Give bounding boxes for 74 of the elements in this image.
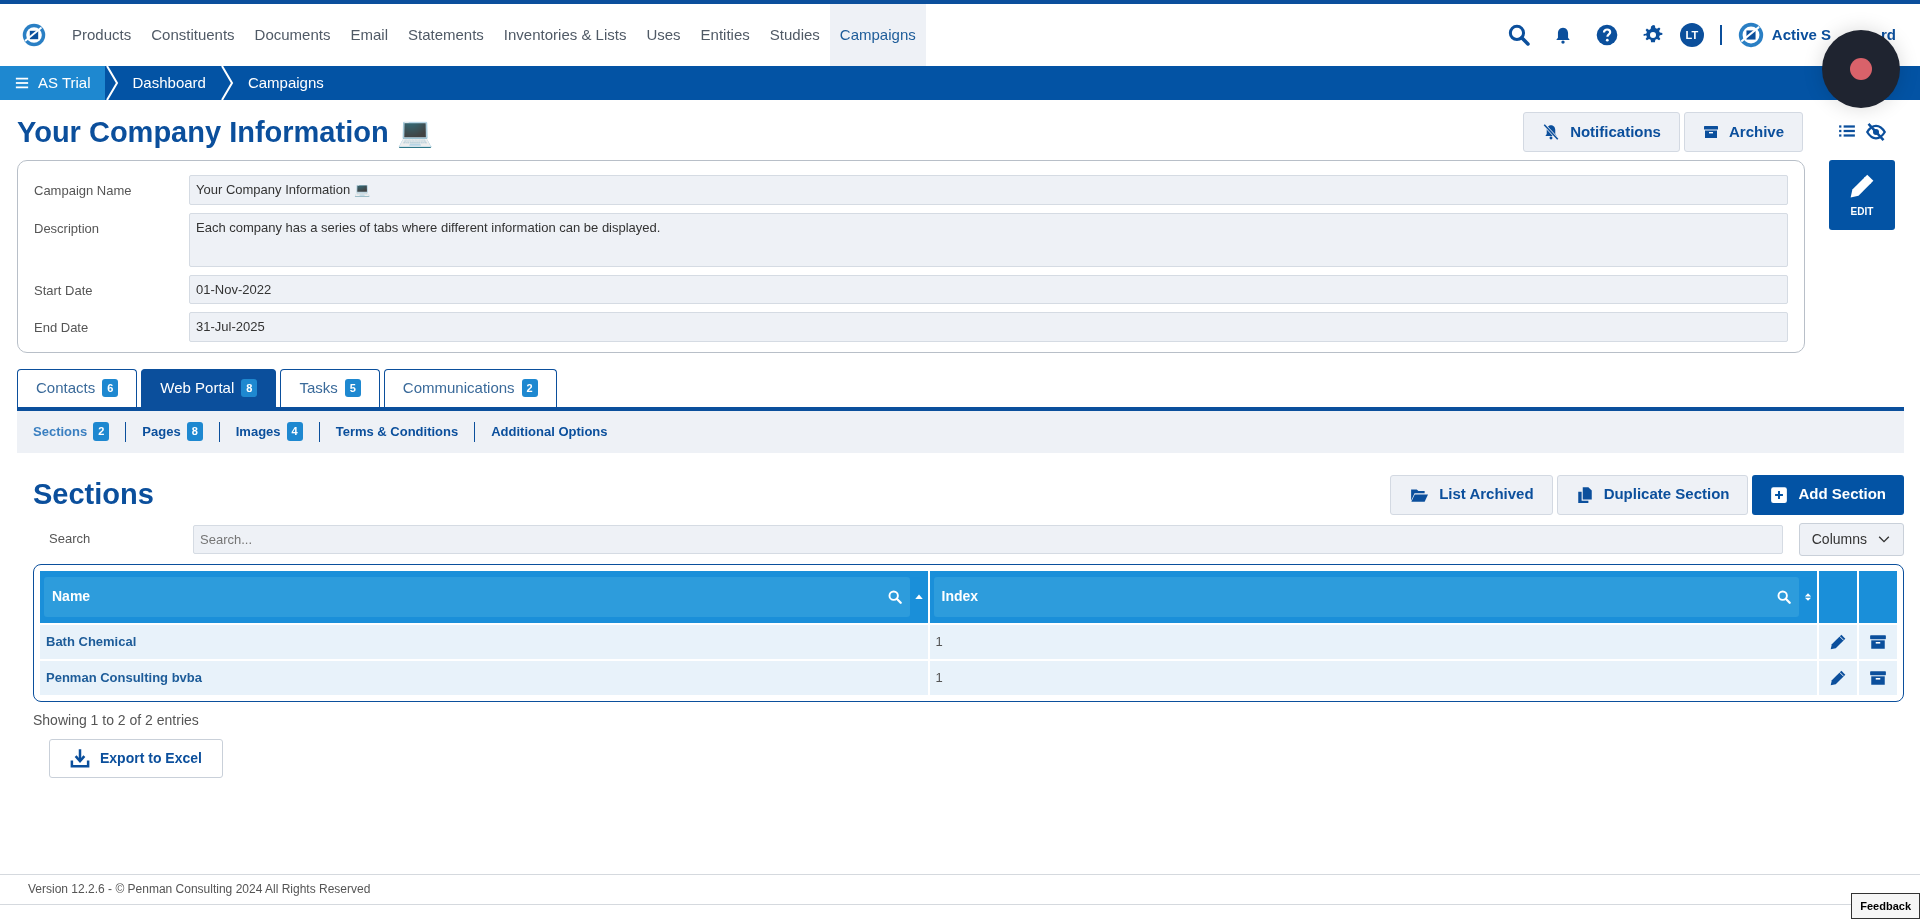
count-badge: 8 bbox=[241, 378, 258, 398]
download-icon bbox=[70, 748, 90, 768]
archive-icon bbox=[1869, 668, 1887, 687]
nav-link[interactable]: Statements bbox=[398, 4, 494, 66]
logo-icon bbox=[1737, 22, 1764, 48]
tab[interactable]: Tasks 5 bbox=[280, 368, 380, 407]
bell-slash-icon bbox=[1542, 123, 1561, 141]
count-badge: 4 bbox=[286, 422, 303, 441]
search-icon bbox=[1777, 589, 1791, 604]
list-icon bbox=[1837, 122, 1857, 140]
pencil-icon bbox=[1829, 668, 1847, 687]
table-cell: 1 bbox=[927, 660, 1817, 695]
subnav-link[interactable]: Sections 2 bbox=[17, 421, 127, 442]
toolbar-button[interactable]: Notifications bbox=[1523, 112, 1680, 152]
nav-link[interactable]: Studies bbox=[759, 4, 830, 66]
menu-icon bbox=[14, 76, 30, 90]
nav-link[interactable]: Constituents bbox=[141, 4, 245, 66]
search-field[interactable]: Search... bbox=[193, 524, 1783, 554]
breadcrumb-link[interactable]: AS Trial bbox=[0, 66, 105, 100]
plus-square-icon bbox=[1770, 485, 1789, 504]
subnav-link[interactable]: Images 4 bbox=[219, 421, 320, 442]
description-field[interactable]: Each company has a series of tabs where different information can be displayed. bbox=[189, 212, 1788, 267]
count-badge: 2 bbox=[521, 378, 538, 398]
edit-button[interactable]: EDIT bbox=[1829, 160, 1895, 230]
archive-icon bbox=[1869, 632, 1887, 651]
add-button[interactable]: Add Section bbox=[1752, 474, 1904, 515]
columns-dropdown[interactable]: Columns bbox=[1798, 522, 1904, 556]
tab[interactable]: Contacts 6 bbox=[17, 368, 138, 407]
toolbar-button[interactable]: Archive bbox=[1683, 112, 1803, 152]
record-icon bbox=[1849, 57, 1873, 81]
nav-link[interactable]: Email bbox=[340, 4, 398, 66]
user-avatar[interactable]: LT bbox=[1679, 23, 1704, 47]
pencil-icon bbox=[1829, 632, 1847, 651]
search-icon bbox=[887, 589, 902, 604]
text-field[interactable]: Your Company Information 💻 bbox=[189, 175, 1788, 205]
search-label: Search bbox=[48, 530, 92, 549]
export-button[interactable]: Export to Excel bbox=[49, 738, 223, 778]
nav-link[interactable]: Campaigns bbox=[829, 4, 926, 66]
field-label: End Date bbox=[34, 319, 90, 337]
count-badge: 2 bbox=[93, 422, 110, 441]
archive-icon bbox=[1702, 124, 1719, 140]
text-field[interactable]: 01-Nov-2022 bbox=[189, 274, 1788, 304]
count-badge: 5 bbox=[344, 378, 361, 398]
count-badge: 8 bbox=[186, 422, 203, 441]
tab[interactable]: Communications 2 bbox=[383, 368, 557, 407]
brand-name: Active S bbox=[1771, 24, 1831, 45]
subnav-link[interactable]: Additional Options bbox=[475, 421, 624, 442]
breadcrumb-link[interactable]: Campaigns bbox=[233, 66, 338, 100]
breadcrumb-link[interactable]: Dashboard bbox=[118, 66, 220, 100]
field-label: Description bbox=[34, 219, 101, 238]
entries-info: Showing 1 to 2 of 2 entries bbox=[33, 710, 200, 730]
nav-link[interactable]: Uses bbox=[636, 4, 691, 66]
eye-slash-icon bbox=[1865, 122, 1887, 142]
nav-link[interactable]: Entities bbox=[690, 4, 760, 66]
table-cell[interactable]: Bath Chemical bbox=[40, 624, 928, 659]
page-title: Your Company Information 💻 bbox=[17, 114, 433, 150]
help-icon bbox=[1595, 24, 1618, 46]
logo-icon bbox=[22, 23, 46, 47]
count-badge: 6 bbox=[102, 378, 119, 398]
tab[interactable]: Web Portal 8 bbox=[141, 368, 277, 407]
table-cell[interactable]: Penman Consulting bvba bbox=[40, 660, 928, 695]
nav-link[interactable]: Inventories & Lists bbox=[493, 4, 637, 66]
field-label: Campaign Name bbox=[34, 182, 133, 200]
toolbar-button[interactable]: Duplicate Section bbox=[1556, 474, 1749, 515]
search-icon bbox=[1507, 24, 1530, 46]
text-field[interactable]: 31-Jul-2025 bbox=[189, 312, 1788, 342]
field-label: Start Date bbox=[34, 281, 94, 300]
nav-link[interactable]: Products bbox=[62, 4, 142, 66]
subnav-link[interactable]: Pages 8 bbox=[126, 421, 220, 442]
section-title: Sections bbox=[33, 477, 154, 512]
toolbar-button[interactable]: List Archived bbox=[1390, 474, 1553, 515]
subnav-link[interactable]: Terms & Conditions bbox=[319, 421, 476, 442]
copy-icon bbox=[1575, 484, 1594, 505]
nav-link[interactable]: Documents bbox=[244, 4, 341, 66]
